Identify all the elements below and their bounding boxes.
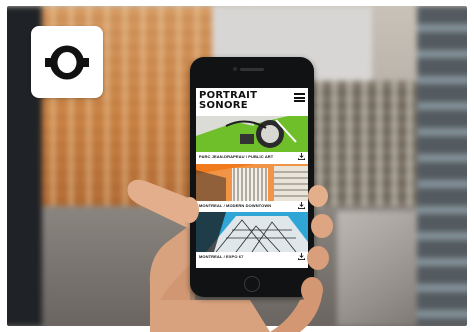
app-title: PORTRAIT SONORE — [199, 90, 258, 111]
download-icon[interactable] — [298, 202, 305, 209]
earpiece-speaker — [240, 68, 264, 71]
hamburger-menu-icon[interactable] — [294, 93, 305, 102]
card-caption: MONTREAL / EXPO 67 — [199, 254, 244, 259]
card-image — [196, 116, 308, 152]
smartphone: PORTRAIT SONORE PARC JEAN-DRAPEAU / PUBL… — [190, 57, 314, 297]
card-image — [196, 212, 308, 252]
app-header: PORTRAIT SONORE — [196, 88, 308, 116]
front-camera — [233, 67, 237, 71]
download-icon[interactable] — [298, 253, 305, 260]
app-logo-tile — [31, 26, 103, 98]
card-caption: PARC JEAN-DRAPEAU / PUBLIC ART — [199, 154, 274, 159]
download-icon[interactable] — [298, 153, 305, 160]
card-expo-67[interactable]: MONTREAL / EXPO 67 — [196, 212, 308, 262]
home-button[interactable] — [244, 276, 260, 292]
app-screen: PORTRAIT SONORE PARC JEAN-DRAPEAU / PUBL… — [196, 88, 308, 268]
card-parc-jean-drapeau[interactable]: PARC JEAN-DRAPEAU / PUBLIC ART — [196, 116, 308, 163]
portrait-sonore-logo-icon — [45, 45, 89, 80]
card-image — [196, 164, 308, 201]
card-modern-downtown[interactable]: MONTREAL / MODERN DOWNTOWN — [196, 164, 308, 211]
card-caption: MONTREAL / MODERN DOWNTOWN — [199, 203, 272, 208]
